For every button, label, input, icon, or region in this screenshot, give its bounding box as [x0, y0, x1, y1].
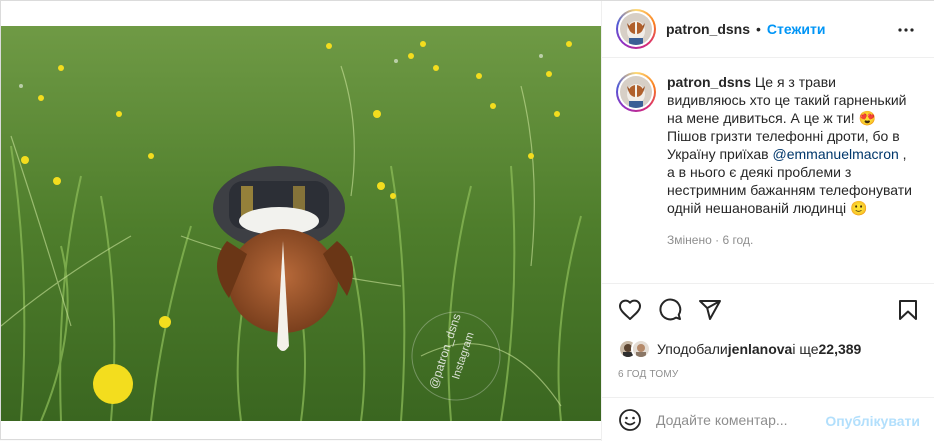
likes-prefix: Уподобали [657, 341, 728, 357]
post-photo[interactable]: @patron_dsns Instagram [1, 26, 601, 421]
likes-middle: і ще [792, 341, 819, 357]
post-caption: patron_dsns Це я з трави видивляюсь хто … [616, 72, 922, 249]
caption-body: patron_dsns Це я з трави видивляюсь хто … [667, 73, 912, 249]
publish-button[interactable]: Опублікувати [825, 413, 920, 429]
save-icon[interactable] [894, 296, 922, 324]
likes-summary: Уподобали jenlanova і ще 22,389 [618, 339, 861, 359]
action-bar [602, 284, 934, 332]
caption-username[interactable]: patron_dsns [667, 74, 751, 90]
avatar-image [620, 76, 652, 108]
edited-meta: Змінено · 6 год. [667, 231, 912, 249]
likes-count[interactable]: 22,389 [819, 341, 862, 357]
comment-input[interactable] [656, 411, 836, 428]
caption-avatar[interactable] [616, 72, 656, 112]
comment-icon[interactable] [656, 296, 684, 324]
edited-time[interactable]: 6 год. [722, 233, 753, 247]
post-side-panel: patron_dsns • Стежити patron_dsns Це я з… [601, 1, 934, 441]
like-icon[interactable] [616, 296, 644, 324]
mention-link[interactable]: @emmanuelmacron [773, 146, 899, 162]
post-header: patron_dsns • Стежити [602, 1, 934, 58]
actions-section [602, 283, 934, 332]
dog-in-grass-photo: @patron_dsns Instagram [1, 26, 601, 421]
edited-separator: · [711, 233, 723, 247]
follow-button[interactable]: Стежити [767, 21, 826, 37]
separator-dot: • [756, 21, 761, 37]
likes-user[interactable]: jenlanova [728, 341, 793, 357]
author-username[interactable]: patron_dsns [666, 21, 750, 37]
liker-avatars[interactable] [618, 339, 651, 359]
author-avatar[interactable] [616, 9, 656, 49]
post-timestamp[interactable]: 6 ГОД ТОМУ [618, 369, 678, 380]
more-options-icon[interactable] [894, 18, 918, 42]
comment-bar: Опублікувати [602, 397, 934, 441]
share-icon[interactable] [696, 296, 724, 324]
avatar-image [620, 13, 652, 45]
instagram-post: @patron_dsns Instagram patron_dsns • Сте… [0, 0, 934, 441]
emoji-icon[interactable] [618, 408, 642, 432]
caption-text: patron_dsns Це я з трави видивляюсь хто … [667, 73, 912, 217]
edited-label: Змінено [667, 233, 712, 247]
liker-avatar [631, 339, 651, 359]
